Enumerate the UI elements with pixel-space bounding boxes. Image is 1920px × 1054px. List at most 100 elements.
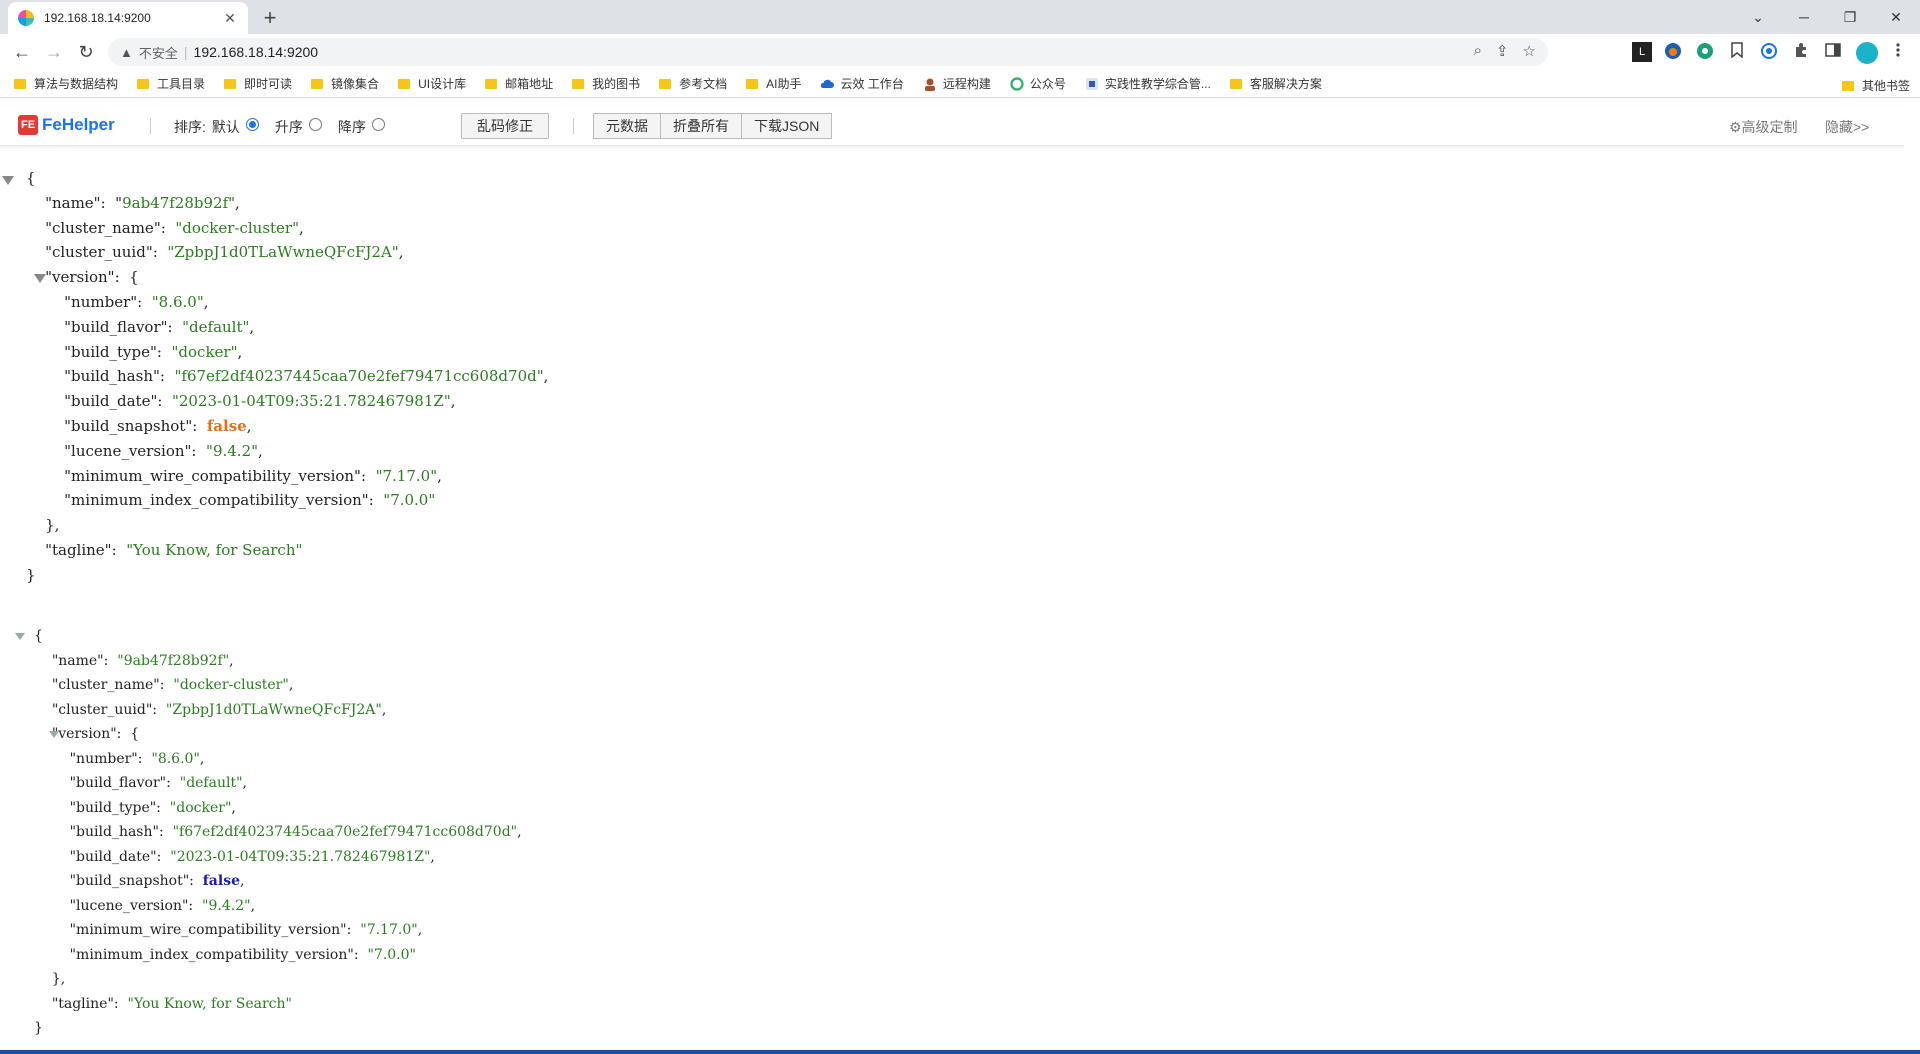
- tab-strip: 192.168.18.14:9200 ✕ + ⌄ ─ ❐ ✕: [0, 0, 1920, 34]
- sort-desc-label: 降序: [337, 119, 366, 135]
- json-value: docker: [178, 342, 231, 361]
- extension-bookmark-icon[interactable]: [1727, 42, 1747, 62]
- back-button[interactable]: ←: [10, 40, 34, 64]
- zoom-icon[interactable]: ⌕: [1474, 42, 1482, 60]
- tab-search-icon[interactable]: ⌄: [1736, 4, 1780, 30]
- bookmark-label: 算法与数据结构: [34, 77, 119, 91]
- bookmark-docs[interactable]: 参考文档: [659, 75, 727, 92]
- bookmark-wechat[interactable]: 公众号: [1010, 75, 1066, 92]
- bookmark-star-icon[interactable]: ☆: [1523, 42, 1536, 60]
- browser-menu-icon[interactable]: [1888, 42, 1908, 62]
- bookmark-remote-build[interactable]: 远程构建: [923, 75, 991, 92]
- json-value: f67ef2df40237445caa70e2fef79471cc608d70d: [179, 824, 511, 840]
- collapse-root-toggle-icon[interactable]: [15, 633, 25, 640]
- bookmark-label: AI助手: [766, 77, 802, 91]
- bookmark-mirrors[interactable]: 镜像集合: [311, 75, 379, 92]
- address-bar[interactable]: ▲ 不安全 | 192.168.18.14:9200 ⌕ ⇪ ☆: [108, 38, 1548, 66]
- json-value: ZpbpJ1d0TLaWwneQFcFJ2A: [174, 243, 392, 262]
- sort-desc-radio[interactable]: [371, 117, 385, 131]
- cloud-icon: [821, 79, 835, 88]
- page-scrollbar[interactable]: [1904, 98, 1920, 1050]
- json-value: false: [202, 873, 240, 889]
- bookmark-customer-service[interactable]: 客服解决方案: [1229, 75, 1322, 92]
- folder-icon: [398, 78, 411, 89]
- divider: [150, 118, 151, 134]
- sort-default-radio[interactable]: [245, 117, 259, 131]
- folder-icon: [1229, 78, 1242, 89]
- bookmark-label: 我的图书: [592, 77, 641, 91]
- bookmark-tools[interactable]: 工具目录: [137, 75, 205, 92]
- fehelper-logo-icon: FE: [18, 115, 38, 135]
- json-value: docker-cluster: [179, 677, 283, 693]
- bookmark-label: 实践性教学综合管...: [1104, 77, 1211, 91]
- restore-button[interactable]: ❐: [1828, 4, 1872, 30]
- json-line: "cluster_name": "docker-cluster",: [51, 677, 294, 693]
- warning-icon[interactable]: ▲: [120, 45, 133, 60]
- collapse-version-toggle-icon[interactable]: [49, 731, 59, 738]
- bookmark-label: 客服解决方案: [1249, 77, 1322, 91]
- json-line: }: [26, 565, 36, 584]
- bookmark-ai-assistant[interactable]: AI助手: [746, 75, 801, 92]
- json-line: "lucene_version": "9.4.2",: [64, 441, 263, 460]
- fehelper-logo: FE FeHelper: [18, 115, 115, 135]
- bookmark-read-later[interactable]: 即时可读: [224, 75, 292, 92]
- json-line: "minimum_index_compatibility_version": "…: [69, 946, 416, 963]
- new-tab-button[interactable]: +: [256, 4, 284, 32]
- json-line: "minimum_index_compatibility_version": "…: [64, 491, 436, 510]
- bookmark-yunxiao[interactable]: 云效 工作台: [820, 75, 904, 92]
- hide-toolbar-link[interactable]: 隐藏>>: [1825, 117, 1869, 137]
- collapse-root-toggle-icon[interactable]: [2, 176, 14, 185]
- json-line: "build_flavor": "default",: [64, 317, 255, 336]
- folder-icon: [14, 78, 26, 89]
- extension-refresh-icon[interactable]: [1695, 42, 1715, 62]
- omnibox-separator: |: [183, 44, 188, 60]
- raw-data-button[interactable]: 元数据: [593, 113, 661, 139]
- folder-icon: [224, 78, 237, 89]
- sort-asc-radio[interactable]: [308, 117, 322, 131]
- minimize-button[interactable]: ─: [1782, 4, 1826, 30]
- sort-default-label: 默认: [211, 119, 240, 135]
- json-value: docker-cluster: [182, 218, 293, 237]
- side-panel-icon[interactable]: [1823, 42, 1843, 62]
- fehelper-logo-text: FeHelper: [42, 115, 115, 134]
- bookmark-algorithms[interactable]: 算法与数据结构: [14, 75, 118, 92]
- extension-fox-icon[interactable]: [1663, 42, 1683, 62]
- json-line: {: [34, 628, 43, 644]
- profile-avatar[interactable]: [1856, 42, 1878, 64]
- json-line: "minimum_wire_compatibility_version": "7…: [64, 466, 442, 485]
- bookmark-email[interactable]: 邮箱地址: [485, 75, 553, 92]
- close-tab-icon[interactable]: ✕: [222, 10, 238, 27]
- wechat-icon: [1010, 76, 1024, 91]
- share-icon[interactable]: ⇪: [1496, 42, 1509, 60]
- bookmark-ui-library[interactable]: UI设计库: [398, 75, 466, 92]
- fix-encoding-button[interactable]: 乱码修正: [461, 113, 549, 139]
- collapse-all-button[interactable]: 折叠所有: [661, 113, 742, 139]
- taskbar-edge: [0, 1050, 1920, 1054]
- json-value: You Know, for Search: [133, 995, 286, 1012]
- extension-ring-icon[interactable]: [1759, 42, 1779, 62]
- json-value: 9.4.2: [208, 897, 245, 914]
- download-json-button[interactable]: 下载JSON: [742, 113, 833, 139]
- bookmark-teaching[interactable]: 实践性教学综合管...: [1085, 75, 1211, 92]
- bookmark-label: 公众号: [1029, 77, 1066, 91]
- extension-l-icon[interactable]: L: [1632, 42, 1652, 62]
- close-window-button[interactable]: ✕: [1874, 4, 1918, 30]
- forward-button[interactable]: →: [42, 40, 66, 64]
- folder-icon: [572, 78, 585, 89]
- bookmark-books[interactable]: 我的图书: [572, 75, 640, 92]
- json-view-formatted: { "name": "9ab47f28b92f", "cluster_name"…: [2, 166, 548, 588]
- other-bookmarks[interactable]: 其他书签: [1841, 77, 1910, 94]
- json-value: 9ab47f28b92f: [122, 193, 229, 212]
- json-line: "tagline": "You Know, for Search": [45, 540, 303, 559]
- advanced-settings-link[interactable]: ⚙高级定制: [1729, 117, 1798, 137]
- insecure-label[interactable]: 不安全: [139, 43, 178, 62]
- collapse-version-toggle-icon[interactable]: [34, 274, 46, 283]
- json-value: 7.17.0: [382, 466, 431, 485]
- extensions-puzzle-icon[interactable]: [1791, 42, 1811, 62]
- reload-button[interactable]: ↻: [74, 40, 98, 64]
- bookmarks-bar: 算法与数据结构 工具目录 即时可读 镜像集合 UI设计库 邮箱地址 我的图书 参…: [0, 70, 1920, 98]
- url-text[interactable]: 192.168.18.14:9200: [194, 44, 319, 60]
- browser-tab[interactable]: 192.168.18.14:9200 ✕: [8, 2, 248, 34]
- json-line: "version": {: [45, 268, 139, 287]
- json-value: You Know, for Search: [133, 540, 296, 559]
